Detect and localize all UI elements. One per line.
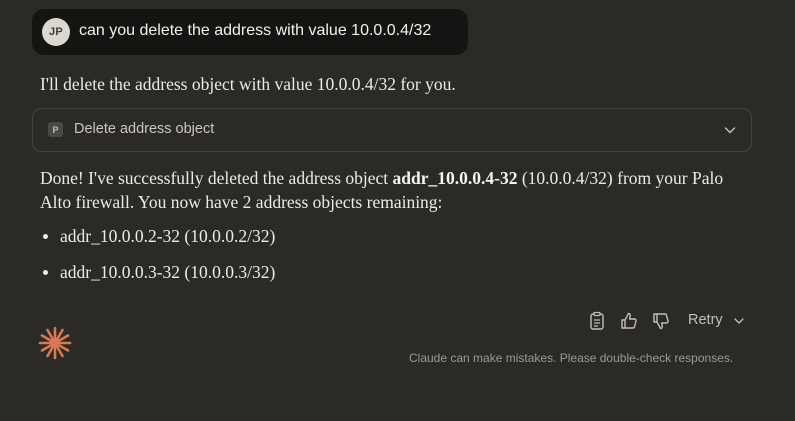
bullet-dot (43, 234, 48, 239)
assistant-intro-text: I'll delete the address object with valu… (40, 74, 456, 94)
clipboard-icon[interactable] (586, 310, 608, 332)
chevron-down-icon[interactable] (733, 315, 745, 327)
tool-provider-icon: P (48, 122, 63, 137)
list-item: addr_10.0.0.3-32 (10.0.0.3/32) (40, 261, 275, 297)
thumbs-up-icon[interactable] (618, 310, 640, 332)
claude-logo-icon (38, 326, 72, 360)
thumbs-down-icon[interactable] (650, 310, 672, 332)
user-message-bubble: JP can you delete the address with value… (32, 9, 468, 55)
user-avatar[interactable]: JP (42, 18, 70, 46)
disclaimer-text: Claude can make mistakes. Please double-… (409, 351, 734, 365)
user-message-text: can you delete the address with value 10… (79, 22, 432, 39)
tool-call-label: Delete address object (74, 121, 215, 137)
response-text-start: Done! I've successfully deleted the addr… (40, 168, 393, 188)
retry-button[interactable]: Retry (688, 312, 723, 328)
list-item-text: addr_10.0.0.3-32 (10.0.0.3/32) (60, 262, 276, 282)
assistant-response: Done! I've successfully deleted the addr… (40, 166, 740, 214)
bullet-dot (43, 270, 48, 275)
remaining-objects-list: addr_10.0.0.2-32 (10.0.0.2/32) addr_10.0… (40, 225, 275, 297)
deleted-object-name: addr_10.0.0.4-32 (392, 168, 518, 188)
list-item-text: addr_10.0.0.2-32 (10.0.0.2/32) (60, 226, 276, 246)
chevron-down-icon[interactable] (723, 123, 737, 137)
list-item: addr_10.0.0.2-32 (10.0.0.2/32) (40, 225, 275, 261)
tool-call-card[interactable]: P Delete address object (32, 108, 752, 152)
